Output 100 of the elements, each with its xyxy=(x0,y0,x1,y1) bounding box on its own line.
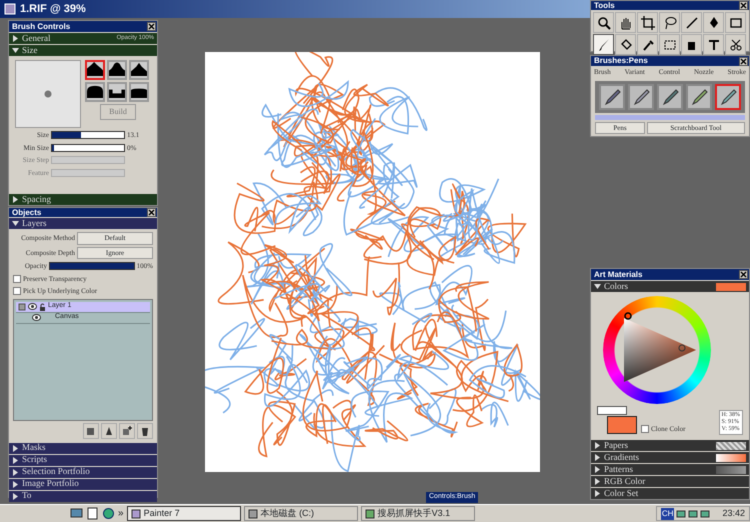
tool-button[interactable] xyxy=(703,12,724,33)
close-icon[interactable] xyxy=(739,56,748,66)
close-icon[interactable] xyxy=(739,1,748,10)
eye-icon xyxy=(28,303,37,310)
brush-button[interactable] xyxy=(657,84,683,110)
tool-button[interactable] xyxy=(659,34,680,55)
layer-add-icon xyxy=(122,426,132,436)
section-header[interactable]: Patterns xyxy=(591,464,749,475)
app-icon xyxy=(248,508,258,518)
section-header[interactable]: Papers xyxy=(591,440,749,451)
paper-texture-preview[interactable] xyxy=(716,442,746,450)
layer-button[interactable] xyxy=(101,422,117,438)
overflow-chevron[interactable]: » xyxy=(118,506,124,521)
tool-button[interactable] xyxy=(637,12,658,33)
brush-button[interactable] xyxy=(599,84,625,110)
brush-dot-icon xyxy=(44,90,52,98)
window-title: 1.RIF @ 39% xyxy=(20,2,86,17)
secondary-color-swatch[interactable] xyxy=(597,406,627,415)
brush-profile-button[interactable] xyxy=(107,82,127,102)
current-color-swatch[interactable] xyxy=(716,282,746,290)
section-label: Patterns xyxy=(604,462,634,476)
brush-profile-button[interactable] xyxy=(129,60,149,80)
profile-curve-icon xyxy=(131,62,147,76)
monitor-icon[interactable] xyxy=(70,507,83,520)
tool-button[interactable] xyxy=(703,34,724,55)
brush-button[interactable] xyxy=(628,84,654,110)
pattern-preview[interactable] xyxy=(716,466,746,474)
section-header[interactable]: Size xyxy=(9,45,157,56)
hand-icon xyxy=(618,16,632,30)
tool-button[interactable] xyxy=(681,12,702,33)
taskbar-button[interactable]: 本地磁盘 (C:) xyxy=(244,506,358,521)
slider-track[interactable] xyxy=(51,131,125,140)
globe-icon[interactable] xyxy=(102,507,115,520)
checkbox[interactable] xyxy=(641,425,649,434)
close-icon[interactable] xyxy=(147,22,156,31)
layer-button[interactable] xyxy=(119,422,135,438)
saturation-value-triangle[interactable] xyxy=(624,318,696,382)
slider-fill[interactable] xyxy=(52,132,81,138)
magnifier-icon xyxy=(596,16,610,30)
app-icon xyxy=(4,3,16,15)
collapsed-triangle-icon[interactable] xyxy=(12,35,19,42)
app-icon xyxy=(130,508,141,518)
layer-button[interactable] xyxy=(137,422,153,438)
brush-tool-icon xyxy=(690,88,708,106)
section-header[interactable]: Image Portfolio xyxy=(9,478,157,490)
tool-button[interactable] xyxy=(593,12,614,33)
crop-icon xyxy=(640,16,654,30)
expanded-triangle-icon[interactable] xyxy=(12,47,19,54)
section-header[interactable]: Layers xyxy=(9,218,157,229)
tool-button[interactable] xyxy=(615,12,636,33)
rectangle-icon xyxy=(728,16,742,30)
tool-button[interactable] xyxy=(725,34,746,55)
profile-curve-icon xyxy=(109,62,125,76)
section-header[interactable]: Selection Portfolio xyxy=(9,466,157,478)
selection-rectangle-icon xyxy=(662,38,676,52)
brush-button[interactable] xyxy=(686,84,712,110)
collapsed-triangle-icon[interactable] xyxy=(12,196,19,203)
gradient-preview[interactable] xyxy=(716,454,746,462)
checkbox[interactable] xyxy=(13,274,21,283)
expanded-triangle-icon[interactable] xyxy=(594,283,601,290)
section-label: Layers xyxy=(22,217,48,230)
tool-button[interactable] xyxy=(659,12,680,33)
section-header[interactable]: Gradients xyxy=(591,452,749,463)
section-header[interactable]: Color Set xyxy=(591,488,749,499)
section-label: Colors xyxy=(604,280,630,293)
close-icon[interactable] xyxy=(739,270,748,279)
hue-marker-icon xyxy=(624,312,632,320)
section-header[interactable]: Masks xyxy=(9,442,157,454)
checkbox[interactable] xyxy=(13,287,21,296)
line-icon xyxy=(684,16,698,30)
tool-button[interactable] xyxy=(593,34,614,55)
primary-color-swatch[interactable] xyxy=(607,416,637,434)
brush-profile-button[interactable] xyxy=(107,60,127,80)
brush-profile-button[interactable] xyxy=(85,60,105,80)
section-label: Color Set xyxy=(604,486,640,500)
section-header[interactable]: Scripts xyxy=(9,454,157,466)
eye-icon xyxy=(32,314,41,321)
document-icon[interactable] xyxy=(86,507,99,520)
slider-track[interactable] xyxy=(51,144,125,152)
section-header[interactable]: Spacing xyxy=(9,194,157,205)
brush-button[interactable] xyxy=(715,84,741,110)
section-label: Papers xyxy=(604,438,629,452)
brush-profile-button[interactable] xyxy=(85,82,105,102)
profile-curve-icon xyxy=(87,62,103,76)
section-header[interactable]: To xyxy=(9,490,157,502)
tool-button[interactable] xyxy=(637,34,658,55)
tool-button[interactable] xyxy=(681,34,702,55)
section-label: RGB Color xyxy=(604,474,646,488)
expanded-triangle-icon[interactable] xyxy=(12,220,19,227)
section-header[interactable]: RGB Color xyxy=(591,476,749,487)
tool-button[interactable] xyxy=(615,34,636,55)
slider-track[interactable] xyxy=(51,156,125,164)
section-label: Masks xyxy=(22,441,47,454)
tool-button[interactable] xyxy=(725,12,746,33)
close-icon[interactable] xyxy=(147,208,156,217)
taskbar-button[interactable]: 搜易抓屏快手V3.1 xyxy=(360,506,475,521)
brush-profile-button[interactable] xyxy=(129,82,149,102)
section-header[interactable]: Colors xyxy=(591,281,749,292)
slider-track[interactable] xyxy=(51,168,125,177)
taskbar-button[interactable]: Painter 7 xyxy=(126,506,241,521)
